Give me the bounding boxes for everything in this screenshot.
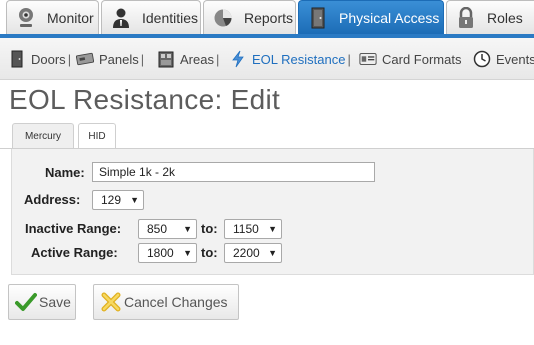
chevron-down-icon: ▼	[183, 248, 192, 258]
subnav-events-label: Events	[496, 51, 534, 67]
webcam-icon	[15, 7, 37, 29]
door-icon	[8, 50, 26, 68]
subnav-separator: |	[140, 51, 145, 67]
name-label: Name:	[45, 165, 85, 180]
subnav-card-formats-label: Card Formats	[382, 51, 462, 67]
save-button[interactable]: Save	[8, 284, 76, 320]
active-range-label: Active Range:	[31, 245, 118, 260]
inactive-to-value: 1150	[233, 222, 259, 236]
active-to-value: 2200	[233, 246, 260, 260]
cancel-x-icon	[100, 291, 122, 313]
chevron-down-icon: ▼	[268, 248, 277, 258]
inactive-range-label: Inactive Range:	[25, 221, 122, 236]
inactive-to-select[interactable]: 1150 ▼	[224, 219, 282, 239]
inactive-to-label: to:	[201, 221, 218, 236]
active-to-label: to:	[201, 245, 218, 260]
cancel-changes-button[interactable]: Cancel Changes	[93, 284, 239, 320]
clock-icon	[473, 50, 491, 68]
tab-roles[interactable]: Roles	[446, 0, 534, 34]
tab-identities[interactable]: Identities	[101, 0, 201, 34]
areas-icon	[157, 50, 175, 68]
tab-monitor[interactable]: Monitor	[6, 0, 99, 34]
subnav-separator: |	[215, 51, 220, 67]
inactive-from-value: 850	[147, 222, 168, 236]
tab-physical-access[interactable]: Physical Access	[298, 0, 444, 34]
tab-roles-label: Roles	[487, 9, 523, 26]
checkmark-icon	[15, 291, 37, 313]
subnav-eol-resistance-label: EOL Resistance	[252, 51, 346, 67]
subnav-separator: |	[347, 51, 351, 67]
id-card-icon	[359, 50, 377, 68]
subnav-separator: |	[67, 51, 72, 67]
address-label: Address:	[24, 192, 81, 207]
subnav-panels-label: Panels	[99, 51, 139, 67]
subnav-card-formats[interactable]: Card Formats	[359, 48, 461, 70]
door-icon	[307, 7, 329, 29]
tab-monitor-label: Monitor	[47, 9, 94, 26]
page-title: EOL Resistance: Edit	[9, 84, 281, 115]
sub-nav: Doors | Panels | Areas | EOL Resistance …	[0, 38, 534, 80]
chevron-down-icon: ▼	[183, 224, 192, 234]
cancel-changes-button-label: Cancel Changes	[124, 294, 228, 310]
person-icon	[110, 7, 132, 29]
name-input[interactable]	[92, 162, 375, 182]
subnav-areas[interactable]: Areas |	[157, 48, 219, 70]
lock-icon	[455, 6, 477, 29]
active-from-value: 1800	[147, 246, 174, 260]
chevron-down-icon: ▼	[130, 195, 139, 205]
subnav-doors[interactable]: Doors |	[8, 48, 71, 70]
tab-hid[interactable]: HID	[78, 123, 116, 149]
lightning-icon	[229, 50, 247, 68]
subnav-panels[interactable]: Panels |	[76, 48, 144, 70]
save-button-label: Save	[39, 294, 71, 310]
address-value: 129	[101, 193, 122, 207]
tab-identities-label: Identities	[142, 9, 199, 26]
tab-mercury[interactable]: Mercury	[12, 123, 74, 149]
top-nav: Monitor Identities Reports Physical Acce…	[0, 0, 534, 36]
address-select[interactable]: 129 ▼	[92, 190, 144, 210]
active-from-select[interactable]: 1800 ▼	[138, 243, 197, 263]
subnav-eol-resistance[interactable]: EOL Resistance |	[229, 48, 351, 70]
tab-reports[interactable]: Reports	[203, 0, 296, 34]
subnav-doors-label: Doors	[31, 51, 66, 67]
tab-reports-label: Reports	[244, 9, 294, 26]
inactive-from-select[interactable]: 850 ▼	[138, 219, 197, 239]
tab-physical-access-label: Physical Access	[339, 9, 440, 26]
pie-chart-icon	[212, 7, 234, 29]
panel-icon	[76, 50, 94, 68]
chevron-down-icon: ▼	[268, 224, 277, 234]
subnav-areas-label: Areas	[180, 51, 214, 67]
subnav-events[interactable]: Events	[473, 48, 534, 70]
active-to-select[interactable]: 2200 ▼	[224, 243, 282, 263]
